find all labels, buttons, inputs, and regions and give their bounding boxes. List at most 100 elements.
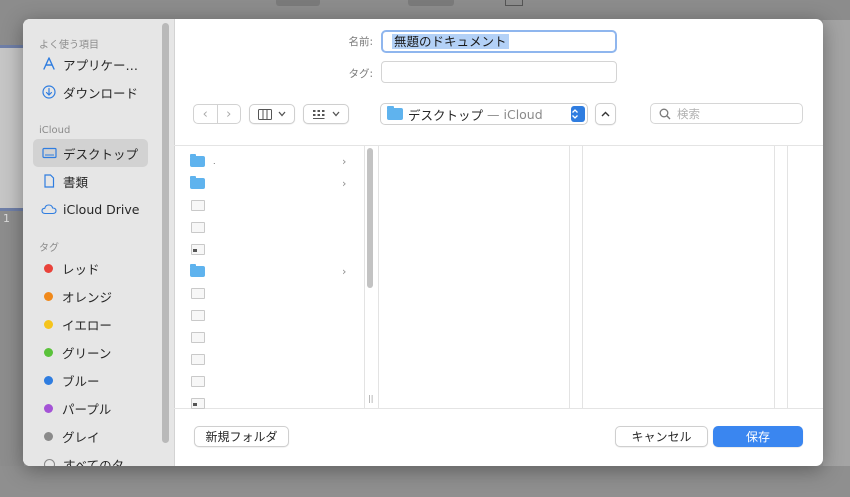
column-resize-handle[interactable]: || [368, 394, 373, 403]
folder-icon [190, 263, 205, 277]
sidebar-item-applications[interactable]: アプリケー… [33, 50, 148, 78]
sidebar-item-label: レッド [62, 261, 100, 277]
list-item[interactable]: . › [174, 150, 354, 172]
tag-color-dot [44, 403, 53, 413]
sidebar-item-documents[interactable]: 書類 [33, 167, 148, 195]
sidebar-item-icloud-drive[interactable]: iCloud Drive [33, 195, 148, 223]
sidebar-item-downloads[interactable]: ダウンロード [33, 78, 148, 106]
forward-button[interactable]: › [218, 105, 241, 123]
sidebar-header-icloud: iCloud [39, 125, 71, 136]
sidebar-item-label: iCloud Drive [63, 201, 140, 217]
sidebar-tag-yellow[interactable]: イエロー [33, 310, 148, 338]
sidebar-scrollbar[interactable] [162, 23, 169, 443]
sidebar-item-label: アプリケー… [63, 57, 139, 73]
list-item[interactable] [174, 216, 354, 238]
save-button[interactable]: 保存 [713, 426, 803, 447]
new-folder-button[interactable]: 新規フォルダ [194, 426, 289, 447]
file-icon [191, 397, 205, 409]
tag-color-dot [44, 319, 53, 329]
location-popup[interactable]: デスクトップ — iCloud [380, 103, 588, 125]
popup-stepper-icon [571, 106, 585, 122]
sidebar-tag-purple[interactable]: パープル [33, 394, 148, 422]
back-button[interactable]: ‹ [194, 105, 218, 123]
group-by-button[interactable] [303, 104, 349, 124]
columns-view-icon [258, 108, 272, 120]
chevron-right-icon: › [342, 176, 347, 190]
column-scrollbar[interactable] [367, 148, 373, 288]
tag-color-dot [44, 347, 53, 357]
search-field[interactable] [650, 103, 803, 124]
downloads-icon [41, 84, 57, 100]
sidebar-item-label: グレイ [62, 429, 100, 445]
file-icon [191, 243, 205, 255]
file-icon [191, 331, 205, 343]
list-item[interactable] [174, 238, 354, 260]
tag-color-dot [44, 375, 53, 385]
chevron-down-icon [278, 111, 286, 117]
sidebar-item-label: ブルー [62, 373, 100, 389]
sidebar-tag-green[interactable]: グリーン [33, 338, 148, 366]
tag-color-dot [44, 291, 53, 301]
save-dialog: よく使う項目 アプリケー… ダウンロード iCloud デスクトップ 書類 iC… [23, 19, 823, 466]
search-input[interactable] [677, 106, 787, 121]
sidebar-header-tags: タグ [39, 243, 59, 254]
background-window-right [823, 20, 850, 466]
file-icon [191, 353, 205, 365]
folder-icon [190, 153, 205, 167]
sidebar-item-label: 書類 [63, 174, 89, 190]
file-icon [191, 287, 205, 299]
tags-input[interactable] [381, 61, 617, 83]
sidebar-tag-gray[interactable]: グレイ [33, 422, 148, 450]
desktop-icon [41, 145, 57, 161]
sidebar-tag-orange[interactable]: オレンジ [33, 282, 148, 310]
background-toolbar-icon [505, 0, 523, 6]
file-icon [191, 221, 205, 233]
tag-color-dot [44, 263, 53, 273]
sidebar-tag-red[interactable]: レッド [33, 254, 148, 282]
expand-collapse-button[interactable] [595, 103, 616, 125]
list-item[interactable] [174, 392, 354, 414]
sidebar-item-label: グリーン [62, 345, 112, 361]
list-item[interactable] [174, 282, 354, 304]
background-window-bottom [0, 466, 850, 497]
tag-color-dot [44, 431, 53, 441]
list-item[interactable] [174, 194, 354, 216]
sidebar-item-label: イエロー [62, 317, 112, 333]
applications-icon [41, 56, 57, 72]
background-page-number: 1 [3, 212, 10, 225]
sidebar: よく使う項目 アプリケー… ダウンロード iCloud デスクトップ 書類 iC… [23, 19, 175, 466]
sidebar-item-label: ダウンロード [63, 85, 139, 101]
sidebar-header-favorites: よく使う項目 [39, 40, 99, 51]
sidebar-tag-blue[interactable]: ブルー [33, 366, 148, 394]
cloud-icon [41, 201, 57, 217]
location-name: デスクトップ [408, 107, 484, 123]
list-item[interactable]: › [174, 172, 354, 194]
sidebar-item-label: パープル [62, 401, 112, 417]
chevron-up-icon [601, 111, 610, 117]
location-sub: — iCloud [487, 106, 543, 122]
folder-icon [387, 106, 403, 120]
sidebar-item-desktop[interactable]: デスクトップ [33, 139, 148, 167]
background-toolbar-button [276, 0, 320, 6]
list-item[interactable] [174, 326, 354, 348]
cancel-button[interactable]: キャンセル [615, 426, 708, 447]
chevron-right-icon: › [342, 154, 347, 168]
file-icon [191, 375, 205, 387]
name-input-selected-text: 無題のドキュメント [392, 34, 509, 49]
file-icon [191, 199, 205, 211]
all-tags-icon [41, 456, 57, 466]
sidebar-tag-all[interactable]: すべてのタ… [33, 450, 148, 466]
sidebar-item-label: オレンジ [62, 289, 113, 305]
list-item[interactable] [174, 370, 354, 392]
chevron-down-icon [332, 111, 340, 117]
list-item[interactable] [174, 348, 354, 370]
list-item[interactable] [174, 304, 354, 326]
folder-icon [190, 175, 205, 189]
view-columns-button[interactable] [249, 104, 295, 124]
tags-label: タグ: [348, 68, 373, 80]
sidebar-item-label: すべてのタ… [63, 457, 137, 467]
name-input[interactable]: 無題のドキュメント [381, 30, 617, 53]
list-item[interactable]: › [174, 260, 354, 282]
file-name: . [213, 156, 216, 166]
back-forward-buttons: ‹ › [193, 104, 241, 124]
